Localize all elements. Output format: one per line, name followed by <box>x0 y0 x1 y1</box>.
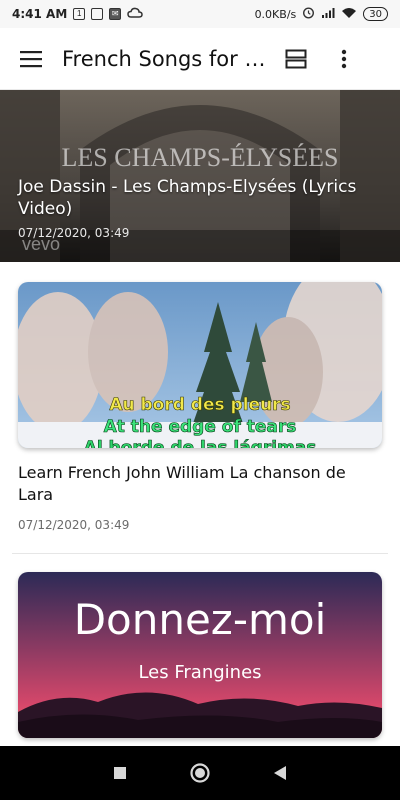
card-date: 07/12/2020, 03:49 <box>18 518 130 532</box>
battery-icon: 30 <box>363 7 388 21</box>
signal-icon <box>321 7 335 22</box>
view-toggle-button[interactable] <box>272 28 320 90</box>
lyric-line-1: Au bord des pleurs <box>109 395 290 415</box>
home-button[interactable] <box>180 753 220 793</box>
system-nav-bar <box>0 746 400 800</box>
hamburger-menu-icon <box>20 50 42 67</box>
wifi-icon <box>341 7 357 22</box>
home-circle-icon <box>190 763 210 783</box>
status-bar: 4:41 AM 1 ✉ 0.0KB/s 30 <box>0 0 400 28</box>
featured-thumb-text: LES CHAMPS-ÉLYSÉES <box>62 143 339 172</box>
featured-title: Joe Dassin - Les Champs-Elysées (Lyrics … <box>18 177 357 219</box>
featured-text: Joe Dassin - Les Champs-Elysées (Lyrics … <box>18 176 382 240</box>
sunset-thumbnail: Donnez-moi Les Frangines <box>18 572 382 738</box>
battery-level: 30 <box>369 8 382 20</box>
recents-button[interactable] <box>100 753 140 793</box>
video-card[interactable]: Donnez-moi Les Frangines <box>0 554 400 746</box>
view-toggle-icon <box>285 49 307 68</box>
featured-date: 07/12/2020, 03:49 <box>18 226 130 240</box>
lyric-line-2: At the edge of tears <box>104 417 297 437</box>
gallery-icon <box>91 8 104 20</box>
app-title: French Songs for b... <box>62 46 272 71</box>
alarm-icon <box>302 6 315 22</box>
mail-icon: ✉ <box>109 8 122 20</box>
card-title: Learn French John William La chanson de … <box>18 463 346 504</box>
back-triangle-icon <box>274 766 286 780</box>
video-list[interactable]: LES CHAMPS-ÉLYSÉES vevo Joe Dassin - Les… <box>0 90 400 746</box>
thumb-subtitle: Les Frangines <box>138 662 261 683</box>
sim-icon: 1 <box>73 8 86 20</box>
more-options-button[interactable] <box>320 28 368 90</box>
network-speed: 0.0KB/s <box>254 7 297 21</box>
lyric-line-3: Al borde de las lágrimas <box>84 438 317 448</box>
status-time: 4:41 AM <box>12 7 68 21</box>
recents-square-icon <box>114 767 126 779</box>
back-button[interactable] <box>260 753 300 793</box>
menu-button[interactable] <box>0 28 62 90</box>
featured-video-item[interactable]: LES CHAMPS-ÉLYSÉES vevo Joe Dassin - Les… <box>0 90 400 262</box>
card-thumbnail: Donnez-moi Les Frangines <box>18 572 382 738</box>
more-vert-icon <box>341 49 347 68</box>
app-bar: French Songs for b... <box>0 28 400 90</box>
winter-trees-thumbnail: Au bord des pleurs At the edge of tears … <box>18 282 382 448</box>
card-thumbnail: Au bord des pleurs At the edge of tears … <box>18 282 382 448</box>
status-left: 4:41 AM 1 ✉ <box>12 7 144 22</box>
cloud-icon <box>127 7 144 22</box>
screen: 4:41 AM 1 ✉ 0.0KB/s 30 French Songs for … <box>0 0 400 800</box>
video-card[interactable]: Au bord des pleurs At the edge of tears … <box>0 262 400 554</box>
status-right: 0.0KB/s 30 <box>255 6 388 22</box>
thumb-title: Donnez-moi <box>74 595 327 644</box>
